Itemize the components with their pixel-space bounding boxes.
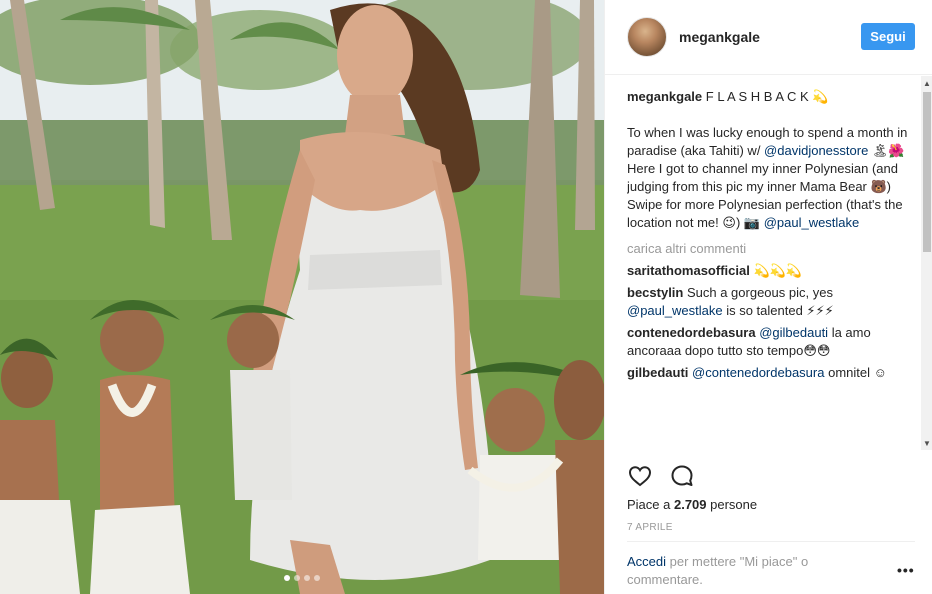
photo-scene <box>0 0 604 594</box>
post-actions <box>627 463 695 489</box>
likes-prefix: Piace a <box>627 497 674 512</box>
carousel-dot-active <box>284 575 290 581</box>
comment: gilbedauti @contenedordebasura omnitel ☺ <box>627 364 915 382</box>
caption-mention[interactable]: @paul_westlake <box>764 215 860 230</box>
comment: contenedordebasura @gilbedauti la amo an… <box>627 324 915 360</box>
comment: becstylin Such a gorgeous pic, yes @paul… <box>627 284 915 320</box>
comment-text: is so talented ⚡⚡⚡ <box>722 303 834 318</box>
divider <box>627 541 915 542</box>
comment: saritathomasofficial 💫💫💫 <box>627 262 915 280</box>
comment-username[interactable]: becstylin <box>627 285 683 300</box>
likes-count[interactable]: Piace a 2.709 persone <box>627 497 757 512</box>
carousel-indicator <box>0 575 604 581</box>
comment-username[interactable]: contenedordebasura <box>627 325 756 340</box>
ellipsis-icon[interactable]: ••• <box>897 562 915 578</box>
comment-text: 💫💫💫 <box>749 263 802 278</box>
comment-text: Such a gorgeous pic, yes <box>683 285 833 300</box>
login-link[interactable]: Accedi <box>627 554 666 569</box>
carousel-dot <box>314 575 320 581</box>
comment-username[interactable]: saritathomasofficial <box>627 263 750 278</box>
comment-mention[interactable]: @gilbedauti <box>759 325 828 340</box>
post-date[interactable]: 7 APRILE <box>627 522 673 533</box>
comments-scrollbar[interactable]: ▲ ▼ <box>921 76 932 450</box>
comment-username[interactable]: gilbedauti <box>627 365 688 380</box>
likes-number: 2.709 <box>673 497 707 512</box>
header-username[interactable]: megankgale <box>679 29 760 45</box>
likes-suffix: persone <box>706 497 758 512</box>
scroll-down-arrow-icon[interactable]: ▼ <box>921 436 932 450</box>
caption-username[interactable]: megankgale <box>627 89 702 104</box>
comments-list: megankgale F L A S H B A C K 💫 To when I… <box>627 88 915 448</box>
caption-title: F L A S H B A C K 💫 <box>702 89 829 104</box>
post-sidebar: megankgale Segui megankgale F L A S H B … <box>604 0 932 594</box>
post-header: megankgale Segui <box>605 0 932 75</box>
login-prompt: Accedi per mettere "Mi piace" o commenta… <box>627 553 877 589</box>
carousel-dot <box>294 575 300 581</box>
load-more-comments[interactable]: carica altri commenti <box>627 240 915 258</box>
heart-outline-icon[interactable] <box>627 463 653 489</box>
scroll-up-arrow-icon[interactable]: ▲ <box>921 76 932 90</box>
comment-mention[interactable]: @contenedordebasura <box>692 365 824 380</box>
avatar[interactable] <box>627 17 667 57</box>
comment-text: omnitel ☺ <box>824 365 887 380</box>
comment-mention[interactable]: @paul_westlake <box>627 303 723 318</box>
post-photo[interactable] <box>0 0 604 594</box>
carousel-dot <box>304 575 310 581</box>
caption-mention[interactable]: @davidjonesstore <box>764 143 868 158</box>
caption-body: To when I was lucky enough to spend a mo… <box>627 124 915 232</box>
scrollbar-thumb[interactable] <box>923 92 931 252</box>
follow-button[interactable]: Segui <box>861 23 915 50</box>
comment-bubble-icon[interactable] <box>669 463 695 489</box>
caption: megankgale F L A S H B A C K 💫 <box>627 88 915 106</box>
